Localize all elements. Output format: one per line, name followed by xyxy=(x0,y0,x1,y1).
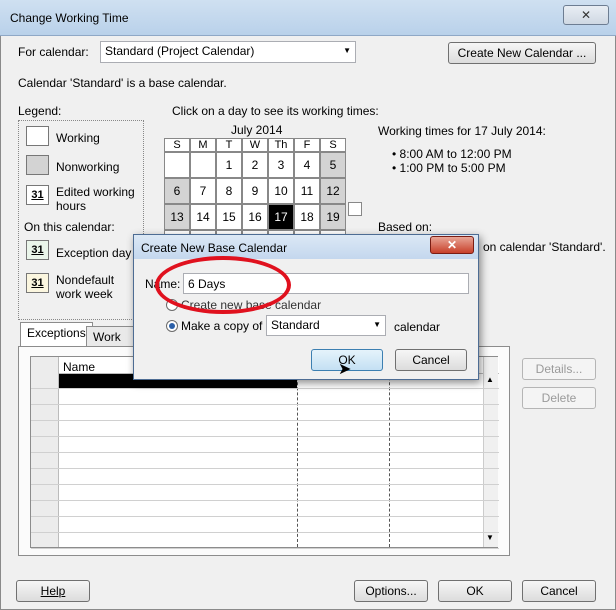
grid-row-line xyxy=(31,548,499,549)
calendar-empty-cell xyxy=(190,152,216,178)
help-button[interactable]: Help xyxy=(16,580,90,602)
calendar-day[interactable]: 10 xyxy=(268,178,294,204)
calendar-day[interactable]: 5 xyxy=(320,152,346,178)
make-copy-label: Make a copy of xyxy=(181,319,263,333)
grid-row-line xyxy=(31,420,499,421)
options-button[interactable]: Options... xyxy=(354,580,428,602)
legend-on-this-calendar: On this calendar: xyxy=(24,220,115,234)
calendar-day-header: W xyxy=(242,138,268,152)
working-times-heading: Working times for 17 July 2014: xyxy=(378,124,546,138)
calendar-day[interactable]: 18 xyxy=(294,204,320,230)
grid-row-line xyxy=(31,404,499,405)
cancel-button[interactable]: Cancel xyxy=(522,580,596,602)
calendar-day[interactable]: 11 xyxy=(294,178,320,204)
base-calendar-note: Calendar 'Standard' is a base calendar. xyxy=(18,76,227,90)
calendar-day[interactable]: 14 xyxy=(190,204,216,230)
based-on-text: on calendar 'Standard'. xyxy=(483,240,606,254)
working-time-slot-1: • 8:00 AM to 12:00 PM xyxy=(392,147,512,161)
window-close-button[interactable]: ✕ xyxy=(563,5,609,25)
calendar-day[interactable]: 12 xyxy=(320,178,346,204)
legend-edited-label: Edited working hours xyxy=(56,185,135,213)
legend-working-swatch xyxy=(26,126,49,146)
details-button[interactable]: Details... xyxy=(522,358,596,380)
dialog-close-button[interactable]: ✕ xyxy=(430,236,474,254)
mouse-cursor-icon: ➤ xyxy=(338,361,352,378)
highlight-ring xyxy=(155,256,291,314)
dialog-cancel-button[interactable]: Cancel xyxy=(395,349,467,371)
dialog-title: Create New Base Calendar xyxy=(141,241,288,255)
calendar-day[interactable]: 16 xyxy=(242,204,268,230)
calendar-empty-cell xyxy=(164,152,190,178)
calendar-day[interactable]: 1 xyxy=(216,152,242,178)
grid-row-line xyxy=(31,388,499,389)
grid-row-line xyxy=(31,484,499,485)
delete-button[interactable]: Delete xyxy=(522,387,596,409)
legend-nonworking-label: Nonworking xyxy=(56,160,120,174)
create-new-calendar-button[interactable]: Create New Calendar ... xyxy=(448,42,596,64)
calendar-select[interactable]: Standard (Project Calendar) ▼ xyxy=(100,41,356,63)
legend-edited-swatch: 31 xyxy=(26,185,49,205)
calendar-day[interactable]: 17 xyxy=(268,204,294,230)
calendar-day-header: M xyxy=(190,138,216,152)
grid-row-line xyxy=(31,516,499,517)
column-name-header: Name xyxy=(63,360,96,374)
calendar-day[interactable]: 8 xyxy=(216,178,242,204)
calendar-day[interactable]: 4 xyxy=(294,152,320,178)
copy-suffix-label: calendar xyxy=(394,320,441,334)
calendar-day[interactable]: 13 xyxy=(164,204,190,230)
window-title: Change Working Time xyxy=(10,11,129,25)
working-time-slot-1-text: 8:00 AM to 12:00 PM xyxy=(399,147,512,161)
chevron-down-icon: ▼ xyxy=(343,46,351,55)
copy-source-select[interactable]: Standard ▼ xyxy=(266,315,386,336)
tab-work-weeks[interactable]: Work We xyxy=(86,326,136,346)
legend-nondefault-label: Nondefault work week xyxy=(56,273,115,301)
tab-exceptions[interactable]: Exceptions xyxy=(20,322,93,346)
calendar-day[interactable]: 9 xyxy=(242,178,268,204)
calendar-day[interactable]: 7 xyxy=(190,178,216,204)
ok-button[interactable]: OK xyxy=(438,580,512,602)
calendar-day-header: T xyxy=(216,138,242,152)
for-calendar-label: For calendar: xyxy=(18,45,89,59)
grid-row-line xyxy=(31,468,499,469)
calendar-day[interactable]: 2 xyxy=(242,152,268,178)
calendar-day-header: S xyxy=(164,138,190,152)
make-copy-radio[interactable] xyxy=(166,320,178,332)
grid-row-line xyxy=(31,500,499,501)
legend-nonworking-swatch xyxy=(26,155,49,175)
calendar-day[interactable]: 6 xyxy=(164,178,190,204)
calendar-day-header: S xyxy=(320,138,346,152)
legend-nondefault-swatch: 31 xyxy=(26,273,49,293)
calendar-month: July 2014 xyxy=(231,123,283,137)
legend-working-label: Working xyxy=(56,131,100,145)
exceptions-grid[interactable]: Name ▲ ▼ xyxy=(30,356,499,549)
grid-row-line xyxy=(31,532,499,533)
legend-exception-swatch: 31 xyxy=(26,240,49,260)
chevron-down-icon: ▼ xyxy=(373,320,381,329)
working-time-slot-2: • 1:00 PM to 5:00 PM xyxy=(392,161,506,175)
based-on-label: Based on: xyxy=(378,220,433,234)
scroll-up-icon[interactable]: ▲ xyxy=(486,375,494,384)
calendar-day[interactable]: 15 xyxy=(216,204,242,230)
calendar-scroll-handle[interactable] xyxy=(348,202,362,216)
grid-row-line xyxy=(31,436,499,437)
calendar-day-header: Th xyxy=(268,138,294,152)
grid-row-line xyxy=(31,452,499,453)
calendar-instruction: Click on a day to see its working times: xyxy=(172,104,379,118)
legend-exception-label: Exception day xyxy=(56,246,132,260)
working-time-slot-2-text: 1:00 PM to 5:00 PM xyxy=(399,161,506,175)
calendar-day-header: F xyxy=(294,138,320,152)
calendar-day[interactable]: 19 xyxy=(320,204,346,230)
copy-source-value: Standard xyxy=(271,318,320,332)
legend-heading: Legend: xyxy=(18,104,62,118)
calendar-select-value: Standard (Project Calendar) xyxy=(105,44,255,58)
scroll-down-icon[interactable]: ▼ xyxy=(486,533,494,542)
calendar-day[interactable]: 3 xyxy=(268,152,294,178)
